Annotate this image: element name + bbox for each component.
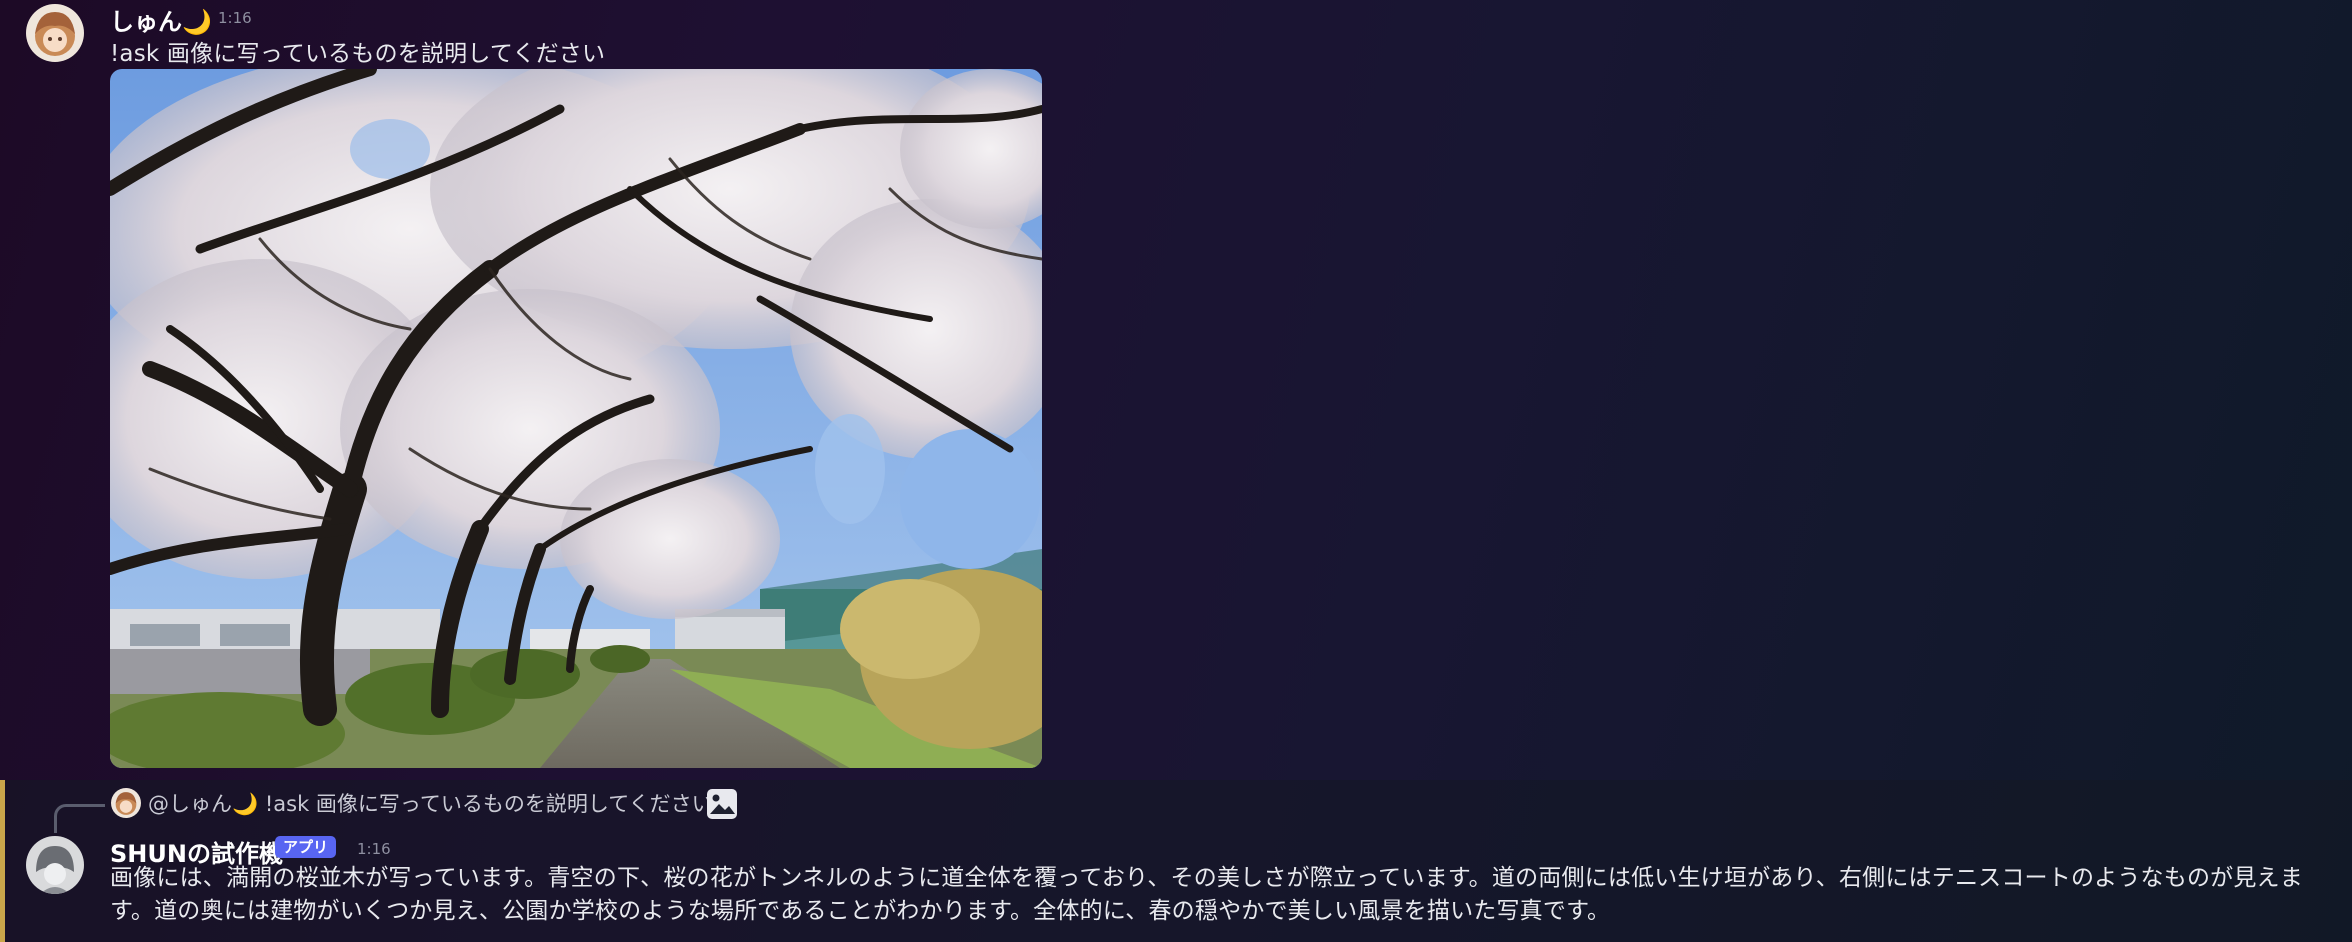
image-attachment[interactable] <box>110 69 1042 768</box>
timestamp: 1:16 <box>218 9 252 27</box>
username[interactable]: しゅん🌙 <box>110 2 212 37</box>
mention-highlight-bar <box>0 780 5 942</box>
bot-message-text: 画像には、満開の桜並木が写っています。青空の下、桜の花がトンネルのように道全体を… <box>110 865 2303 924</box>
reply-preview-text: !ask 画像に写っているものを説明してください <box>264 792 713 816</box>
reply-avatar <box>111 788 141 818</box>
app-badge: アプリ <box>275 836 337 858</box>
image-icon <box>705 787 739 821</box>
reply-preview[interactable]: @しゅん🌙 !ask 画像に写っているものを説明してください <box>148 788 713 818</box>
reply-spine <box>54 804 105 833</box>
timestamp: 1:16 <box>357 840 391 858</box>
message-text: !ask 画像に写っているものを説明してください <box>110 41 606 67</box>
avatar[interactable] <box>26 4 84 62</box>
bot-avatar[interactable] <box>26 836 84 894</box>
reply-mention[interactable]: @しゅん🌙 <box>148 792 258 816</box>
cherry-blossom-photo <box>110 69 1042 768</box>
